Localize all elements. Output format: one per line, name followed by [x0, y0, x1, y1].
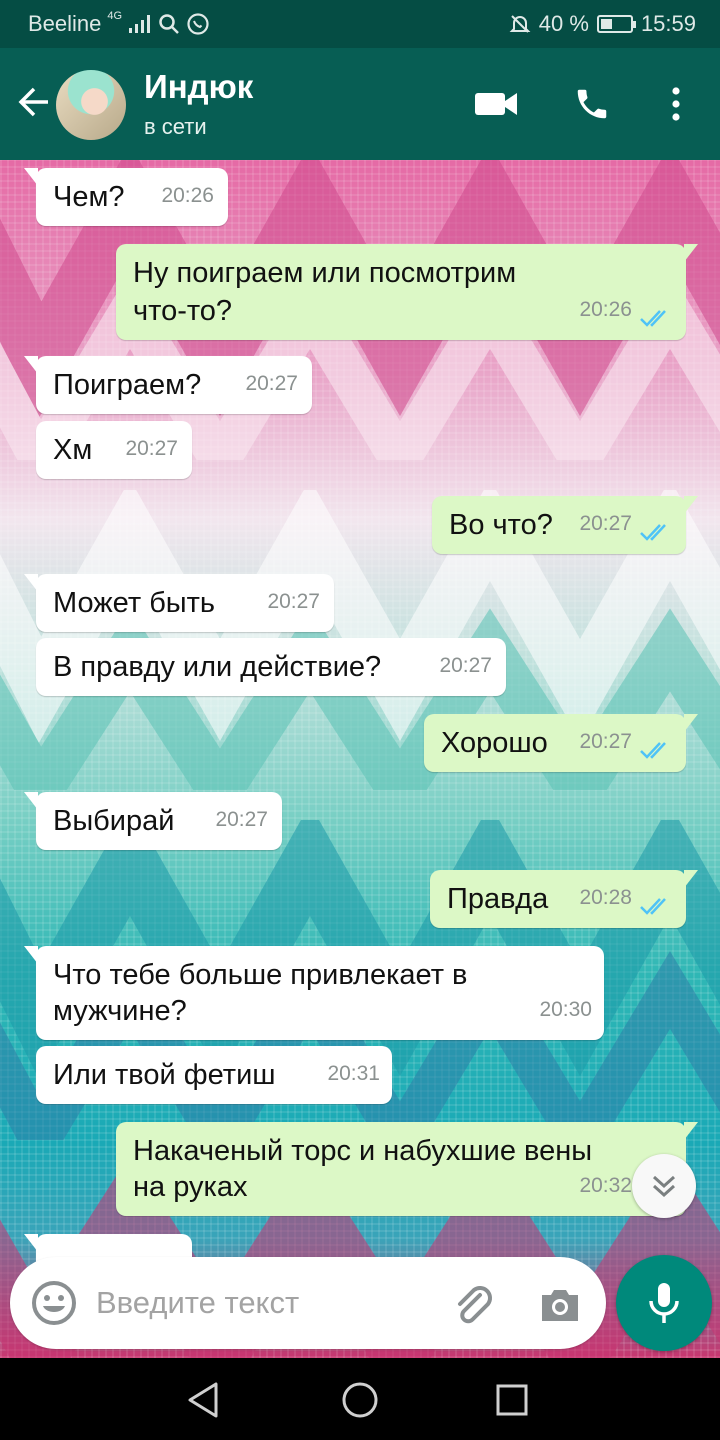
message-outgoing[interactable]: Во что? 20:27 [432, 496, 698, 554]
double-chevron-down-icon [652, 1175, 676, 1198]
message-text: Или твой фетиш [53, 1059, 276, 1091]
message-time: 20:28 [579, 886, 632, 909]
network-type: 4G [107, 10, 123, 22]
message-time: 20:32 [579, 1174, 632, 1197]
contact-name[interactable]: Индюк [144, 68, 253, 106]
message-text: В правду или действие? [53, 651, 382, 683]
battery-icon [596, 15, 636, 33]
clock: 15:59 [640, 11, 696, 36]
message-text-line-2: что-то? [133, 295, 233, 327]
message-time: 20:27 [267, 590, 320, 613]
message-text: Может быть [53, 587, 216, 619]
menu-button[interactable] [650, 78, 702, 130]
message-text-line-2: на руках [133, 1171, 248, 1203]
message-time: 20:27 [245, 372, 298, 395]
microphone-icon [649, 1283, 679, 1323]
message-time: 20:27 [579, 730, 632, 753]
message-text-line-2: мужчине? [53, 995, 187, 1027]
message-incoming[interactable]: Что тебе больше привлекает в мужчине? 20… [24, 946, 604, 1040]
message-time: 20:27 [215, 808, 268, 831]
nav-recents-button[interactable] [490, 1378, 534, 1422]
message-text: Чем? [53, 181, 125, 213]
read-ticks-icon [640, 524, 666, 541]
message-text-line-1: Ну поиграем или посмотрим [133, 257, 517, 289]
message-text: Во что? [449, 509, 553, 541]
message-incoming[interactable]: В правду или действие? 20:27 [36, 638, 506, 696]
mute-bell-icon [509, 15, 531, 33]
message-outgoing[interactable]: Ну поиграем или посмотрим что-то? 20:26 [116, 244, 698, 340]
square-recents-icon [496, 1384, 528, 1416]
message-text: Хорошо [441, 727, 548, 759]
message-incoming[interactable]: Выбирай 20:27 [24, 792, 282, 850]
nav-home-button[interactable] [338, 1378, 382, 1422]
message-outgoing[interactable]: Накаченый торс и набухшие вены на руках … [116, 1122, 698, 1216]
message-incoming[interactable]: Чем? 20:26 [24, 168, 228, 226]
video-call-icon [475, 93, 517, 115]
message-text: Поиграем? [53, 369, 202, 401]
message-time: 20:27 [125, 437, 178, 460]
message-composer [10, 1257, 606, 1349]
video-call-button[interactable] [470, 78, 522, 130]
message-time: 20:26 [161, 184, 214, 207]
message-outgoing[interactable]: Правда 20:28 [430, 870, 698, 928]
message-text-line-1: Накаченый торс и набухшие вены [133, 1135, 593, 1167]
voice-record-button[interactable] [616, 1255, 712, 1351]
read-ticks-icon [640, 742, 666, 759]
back-button[interactable] [12, 80, 56, 124]
read-ticks-icon [640, 310, 666, 327]
search-icon [159, 14, 179, 34]
paperclip-icon [458, 1286, 492, 1324]
attach-button[interactable] [450, 1281, 498, 1329]
chat-header: Индюк в сети [0, 48, 720, 160]
chat-area[interactable]: Чем? 20:26 Ну поиграем или посмотрим что… [0, 160, 720, 1358]
voice-call-button[interactable] [566, 78, 618, 130]
circle-home-icon [342, 1382, 378, 1418]
message-time: 20:27 [439, 654, 492, 677]
message-incoming[interactable]: Поиграем? 20:27 [24, 356, 312, 414]
message-text: Хм [53, 434, 93, 466]
system-nav-bar [0, 1358, 720, 1440]
back-arrow-icon [18, 87, 48, 117]
message-text: Выбирай [53, 805, 175, 837]
message-time: 20:27 [579, 512, 632, 535]
more-vertical-icon [672, 87, 680, 121]
message-input[interactable] [96, 1281, 426, 1325]
message-time: 20:30 [539, 998, 592, 1021]
triangle-back-icon [188, 1382, 218, 1418]
scroll-to-bottom-button[interactable] [632, 1154, 696, 1218]
message-incoming[interactable]: Или твой фетиш 20:31 [36, 1046, 392, 1104]
avatar[interactable] [56, 70, 126, 140]
camera-button[interactable] [536, 1281, 584, 1329]
message-outgoing[interactable]: Хорошо 20:27 [424, 714, 698, 772]
message-incoming[interactable]: Может быть 20:27 [24, 574, 334, 632]
phone-icon [577, 89, 607, 119]
message-text: Правда [447, 883, 549, 915]
message-time: 20:26 [579, 298, 632, 321]
contact-status: в сети [144, 114, 207, 139]
read-ticks-icon [640, 898, 666, 915]
camera-icon [542, 1290, 578, 1321]
whatsapp-icon [187, 13, 209, 35]
carrier-name: Beeline [28, 11, 102, 36]
battery-percent: 40 % [538, 11, 589, 36]
message-time: 20:31 [327, 1062, 380, 1085]
message-incoming[interactable]: Хм 20:27 [36, 421, 192, 479]
message-text-line-1: Что тебе больше привлекает в [53, 959, 468, 991]
nav-back-button[interactable] [182, 1378, 226, 1422]
emoji-icon [32, 1281, 76, 1325]
emoji-button[interactable] [30, 1279, 78, 1327]
status-bar: Beeline 4G 40 % 15:59 [0, 0, 720, 48]
signal-icon [129, 15, 151, 33]
